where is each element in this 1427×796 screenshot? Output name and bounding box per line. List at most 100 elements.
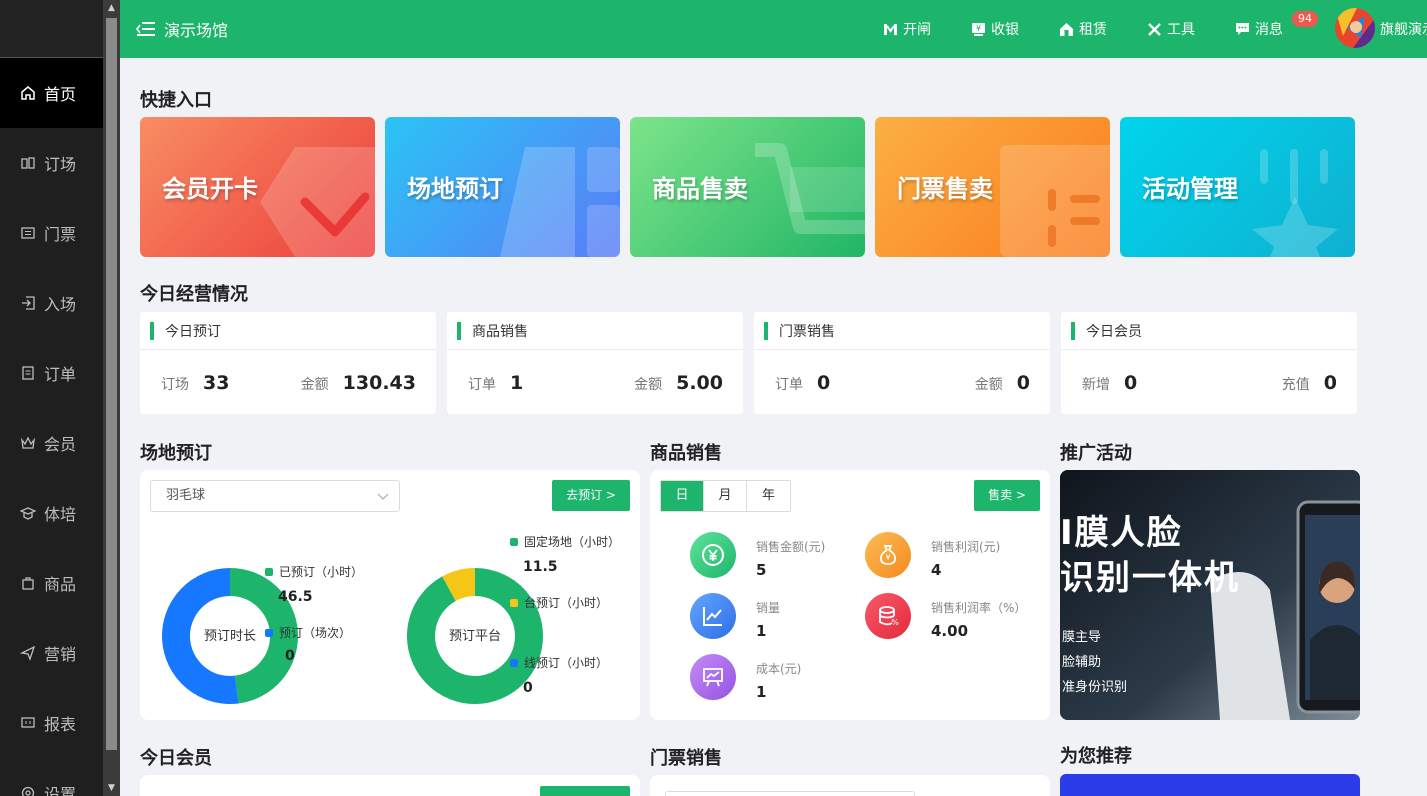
quick-card-member-card[interactable]: 会员开卡 [140,117,375,257]
stat-left-label: 订单 [468,377,496,393]
chart-line-icon [690,593,736,639]
sidebar-item-ticket[interactable]: 门票 [0,198,103,268]
user-name[interactable]: 旗舰演示 [1380,19,1427,39]
rental-label: 租赁 [1079,22,1107,38]
stat-card-booking: 今日预订 订场 33 金额 130.43 [140,312,436,414]
sidebar-item-order[interactable]: 订单 [0,338,103,408]
recommend-title: 为您推荐 [1060,746,1132,767]
metric-sales-amount: 销售金额(元) 5 [690,532,825,579]
donut-segment [442,568,476,602]
stat-right: 金额 5.00 [634,372,723,394]
ticket-sales-panel [650,775,1050,796]
training-icon [20,505,36,521]
quick-entry-title: 快捷入口 [140,90,212,111]
stat-card-header: 商品销售 [447,312,743,350]
presentation-icon [690,654,736,700]
quick-card-label: 活动管理 [1142,175,1238,203]
legend-item: 固定场地（小时） [510,533,620,550]
legend-item: 台预订（小时） [510,594,608,611]
sidebar-item-training[interactable]: 体培 [0,478,103,548]
donut2-center-label: 预订平台 [448,629,501,644]
stat-left-label: 订场 [161,377,189,393]
rental-icon [1059,22,1074,37]
entry-icon [20,295,36,311]
report-icon [20,715,36,731]
today-overview-title: 今日经营情况 [140,284,248,305]
metric-value: 4 [931,561,942,579]
ticket-sales-title: 门票销售 [650,748,722,769]
sidebar-item-label: 订单 [44,365,77,384]
metric-value: 1 [756,622,767,640]
menu-collapse-icon[interactable] [136,20,156,38]
stat-card-member: 今日会员 新增 0 充值 0 [1061,312,1357,414]
promotion-banner[interactable]: I膜人脸 识别一体机 膜主导 脸辅助 准身份识别 [1060,470,1360,720]
quick-card-venue-booking[interactable]: 场地预订 [385,117,620,257]
stat-left-label: 订单 [775,377,803,393]
sidebar-item-marketing[interactable]: 营销 [0,618,103,688]
tools-button[interactable]: 工具 [1147,19,1195,39]
tab-day[interactable]: 日 [661,481,704,511]
legend-dot [265,567,273,576]
cashier-button[interactable]: ¥ 收银 [971,19,1019,39]
scrollbar-thumb[interactable] [106,18,117,750]
stat-card-ticket: 门票销售 订单 0 金额 0 [754,312,1050,414]
scroll-down-icon[interactable]: ▼ [103,780,120,796]
metric-label: 销售利润(元) [931,540,1001,554]
quick-card-ticket-sale[interactable]: 门票售卖 [875,117,1110,257]
sidebar-item-entry[interactable]: 入场 [0,268,103,338]
stat-right-label: 金额 [300,377,329,393]
stat-left: 订场 33 [161,372,229,394]
svg-text:¥: ¥ [885,553,890,562]
members-action-button[interactable] [540,786,630,796]
sidebar-scrollbar[interactable]: ▲ ▼ [103,0,120,796]
message-button[interactable]: 消息 [1235,19,1283,39]
avatar[interactable] [1335,8,1375,48]
scroll-up-icon[interactable]: ▲ [103,0,120,16]
quick-card-label: 商品售卖 [652,175,748,203]
tab-month[interactable]: 月 [704,481,747,511]
ticket-select[interactable] [665,791,915,796]
order-icon [20,365,36,381]
gate-button[interactable]: 开闸 [883,19,931,39]
stat-card-header: 今日会员 [1061,312,1357,350]
message-count-badge: 94 [1292,11,1318,27]
goods-icon [20,575,36,591]
marketing-icon [20,645,36,661]
metric-value: 5 [756,561,767,579]
sidebar-item-goods[interactable]: 商品 [0,548,103,618]
sidebar-item-settings[interactable]: 设置 [0,758,103,796]
recommend-banner[interactable] [1060,774,1360,796]
promo-bullet: 脸辅助 [1062,655,1102,670]
stat-left-label: 新增 [1082,377,1110,393]
svg-text:¥: ¥ [976,24,981,33]
legend-label: 已预订（小时） [279,565,364,579]
quick-card-goods-sale[interactable]: 商品售卖 [630,117,865,257]
stat-card-title: 门票销售 [779,323,835,340]
sidebar-item-booking[interactable]: 订场 [0,128,103,198]
sidebar-item-home[interactable]: 首页 [0,58,103,128]
sidebar-item-member[interactable]: 会员 [0,408,103,478]
sell-button[interactable]: 售卖 > [974,480,1040,511]
metric-label: 销量 [756,601,781,615]
stat-card-header: 今日预订 [140,312,436,350]
goods-sales-panel: 日 月 年 售卖 > 销售金额(元) 5 ¥ 销售利润(元) 4 销量 1 % 销售利… [650,470,1050,720]
stat-right-label: 充值 [1281,377,1310,393]
stat-right-value: 0 [1323,372,1337,394]
moneybag-icon: ¥ [865,532,911,578]
legend-value: 11.5 [523,559,558,575]
tab-year[interactable]: 年 [747,481,790,511]
quick-card-label: 会员开卡 [162,175,258,203]
venue-name[interactable]: 演示场馆 [164,17,228,41]
stat-card-goods: 商品销售 订单 1 金额 5.00 [447,312,743,414]
metric-label: 销售利润率（%） [931,601,1027,615]
sidebar-item-report[interactable]: 报表 [0,688,103,758]
rental-button[interactable]: 租赁 [1059,19,1107,39]
sidebar-item-label: 报表 [44,715,77,734]
stat-right-value: 130.43 [342,372,416,394]
promo-bullet: 准身份识别 [1062,680,1128,695]
legend-label: 线预订（小时） [524,656,609,670]
legend-dot [265,628,273,637]
sidebar: 首页 订场 门票 入场 订单 会员 体培 商品 营销 报表 设置 [0,0,103,796]
stat-left: 新增 0 [1082,372,1137,394]
quick-card-activity[interactable]: 活动管理 [1120,117,1355,257]
